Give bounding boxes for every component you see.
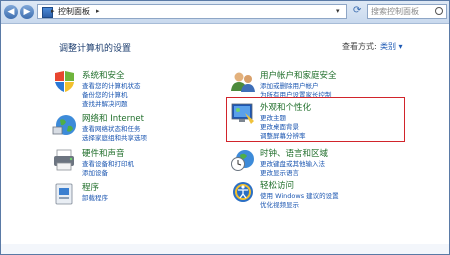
address-field[interactable]: ▸ 控制面板 ▸ ▾	[37, 4, 347, 19]
control-panel-window: ◀ ▶ ▸ 控制面板 ▸ ▾ ⟳ 搜索控制面板 调整计算机的设置 查看方式: 类…	[0, 0, 450, 255]
category-link[interactable]: 更改显示语言	[260, 167, 299, 177]
users-icon[interactable]	[230, 69, 256, 95]
category-link[interactable]: 选择家庭组和共享选项	[82, 132, 147, 142]
category-link[interactable]: 优化视频显示	[260, 199, 299, 209]
shield-icon[interactable]	[52, 69, 78, 95]
view-by-label: 查看方式:	[342, 42, 377, 51]
breadcrumb-chevron-icon[interactable]: ▸	[96, 7, 100, 15]
back-button[interactable]: ◀	[4, 5, 18, 19]
category-link[interactable]: 添加设备	[82, 167, 108, 177]
programs-icon[interactable]	[52, 181, 78, 207]
breadcrumb-chevron-icon[interactable]: ▸	[51, 7, 55, 15]
category-link[interactable]: 查找并解决问题	[82, 98, 128, 108]
address-bar: ◀ ▶ ▸ 控制面板 ▸ ▾ ⟳ 搜索控制面板	[1, 1, 449, 24]
view-by-select[interactable]: 类别 ▾	[380, 41, 403, 52]
printer-icon[interactable]	[52, 147, 78, 173]
search-input[interactable]: 搜索控制面板	[367, 4, 447, 19]
forward-button[interactable]: ▶	[20, 5, 34, 19]
category-link[interactable]: 卸载程序	[82, 192, 108, 202]
status-bar	[1, 244, 449, 254]
breadcrumb-control-panel[interactable]: 控制面板	[58, 6, 90, 17]
clock-globe-icon[interactable]	[230, 147, 256, 173]
refresh-icon[interactable]: ⟳	[353, 5, 361, 16]
search-placeholder: 搜索控制面板	[371, 7, 419, 16]
page-title: 调整计算机的设置	[59, 44, 132, 54]
address-dropdown-icon[interactable]: ▾	[336, 7, 340, 15]
search-icon[interactable]	[435, 7, 443, 15]
network-globe-icon[interactable]	[52, 112, 78, 138]
ease-of-access-icon[interactable]	[230, 179, 256, 205]
highlight-box	[226, 97, 405, 142]
